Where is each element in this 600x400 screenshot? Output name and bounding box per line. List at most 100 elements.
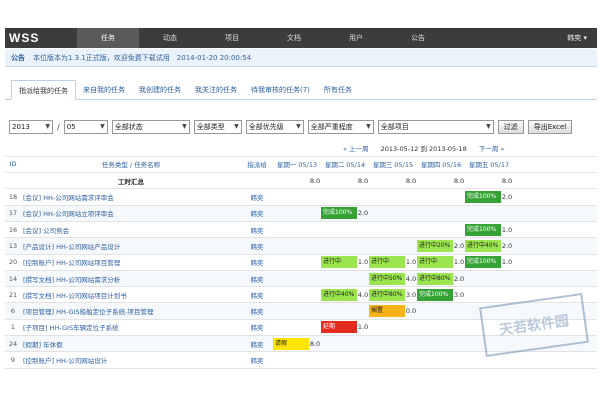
nav-item-activity[interactable]: 动态 xyxy=(139,28,201,48)
hours-cell[interactable] xyxy=(309,221,321,239)
nav-item-docs[interactable]: 文档 xyxy=(263,28,325,48)
hours-cell[interactable]: 2.0 xyxy=(357,205,369,222)
tab-from-me[interactable]: 来自我的任务 xyxy=(76,80,132,100)
hours-cell[interactable] xyxy=(405,205,417,222)
nav-item-tasks[interactable]: 任务 xyxy=(77,28,139,48)
table-row[interactable]: 14 [撰写文档] HH-公司网站需求分析 韩奕 进行中50% 4.0 进行中80% 2.0 xyxy=(5,270,597,288)
hours-cell[interactable]: 1.0 xyxy=(501,254,513,271)
hours-cell[interactable] xyxy=(453,221,465,239)
task-owner-link[interactable]: 韩奕 xyxy=(241,335,273,353)
hours-cell[interactable] xyxy=(453,335,465,353)
hours-cell[interactable] xyxy=(309,188,321,206)
status-select[interactable]: 全部状态 ▼ xyxy=(111,120,190,134)
hours-cell[interactable] xyxy=(309,286,321,304)
hours-cell[interactable] xyxy=(501,286,513,304)
hours-cell[interactable]: 3.0 xyxy=(453,286,465,304)
hours-cell[interactable]: 8.0 xyxy=(309,335,321,353)
hours-cell[interactable] xyxy=(405,351,417,369)
column-header-owner[interactable]: 指派给 xyxy=(241,156,273,174)
hours-cell[interactable] xyxy=(309,319,321,337)
task-name-link[interactable]: [项目管理] HH-GIS船舶定位子系统-项目管理 xyxy=(21,302,241,320)
project-select[interactable]: 全部项目 ▼ xyxy=(377,120,494,134)
task-name-link[interactable]: [产品设计] HH-公司网站产品设计 xyxy=(21,237,241,255)
column-header-type[interactable]: 任务类型 xyxy=(102,161,128,169)
task-owner-link[interactable]: 韩奕 xyxy=(241,205,273,222)
hours-cell[interactable]: 0.0 xyxy=(405,302,417,320)
task-owner-link[interactable]: 韩奕 xyxy=(241,319,273,337)
task-name-link[interactable]: [撰写文档] HH-公司网站需求分析 xyxy=(21,270,241,288)
hours-cell[interactable] xyxy=(309,351,321,369)
task-name-link[interactable]: [子项目] HH-GIS车辆定位子系统 xyxy=(21,319,241,337)
task-name-link[interactable]: [假期] 年休假 xyxy=(21,335,241,353)
tab-assigned-to-me[interactable]: 指派给我的任务 xyxy=(11,80,76,100)
hours-cell[interactable] xyxy=(309,270,321,288)
task-owner-link[interactable]: 韩奕 xyxy=(241,254,273,271)
hours-cell[interactable] xyxy=(309,302,321,320)
hours-cell[interactable]: 2.0 xyxy=(453,270,465,288)
hours-cell[interactable] xyxy=(309,205,321,222)
table-row[interactable]: 16 [会议] 公司例会 韩奕 完成100% 1.0 xyxy=(5,221,597,239)
hours-cell[interactable]: 3.0 xyxy=(405,286,417,304)
hours-cell[interactable] xyxy=(453,205,465,222)
type-select[interactable]: 全部类型 ▼ xyxy=(193,120,242,134)
year-select[interactable]: 2013 ▼ xyxy=(9,120,53,134)
task-owner-link[interactable]: 韩奕 xyxy=(241,270,273,288)
hours-cell[interactable] xyxy=(309,254,321,271)
task-owner-link[interactable]: 韩奕 xyxy=(241,188,273,206)
priority-select[interactable]: 全部优先级 ▼ xyxy=(245,120,304,134)
hours-cell[interactable] xyxy=(357,302,369,320)
hours-cell[interactable] xyxy=(309,237,321,255)
hours-cell[interactable] xyxy=(357,270,369,288)
hours-cell[interactable]: 1.0 xyxy=(453,254,465,271)
app-logo[interactable]: WSS xyxy=(5,31,77,45)
severity-select[interactable]: 全部严重程度 ▼ xyxy=(307,120,374,134)
task-owner-link[interactable]: 韩奕 xyxy=(241,237,273,255)
hours-cell[interactable] xyxy=(357,188,369,206)
hours-cell[interactable] xyxy=(501,205,513,222)
task-name-link[interactable]: [撰写文档] HH-公司网站项目计划书 xyxy=(21,286,241,304)
hours-cell[interactable]: 1.0 xyxy=(405,254,417,271)
hours-cell[interactable] xyxy=(453,351,465,369)
prev-week-link[interactable]: « 上一周 xyxy=(343,145,369,153)
table-row[interactable]: 18 [会议] HH-公司网站需求评审会 韩奕 完成100% 2.0 xyxy=(5,188,597,206)
hours-cell[interactable]: 4.0 xyxy=(357,286,369,304)
task-name-link[interactable]: [会议] 公司例会 xyxy=(21,221,241,239)
nav-item-announcements[interactable]: 公告 xyxy=(387,28,449,48)
hours-cell[interactable] xyxy=(405,335,417,353)
table-row[interactable]: 13 [产品设计] HH-公司网站产品设计 韩奕 进行中20% 2.0 进行中40% 2.0 xyxy=(5,237,597,255)
task-name-link[interactable]: [会议] HH-公司网站需求评审会 xyxy=(21,188,241,206)
nav-item-projects[interactable]: 项目 xyxy=(201,28,263,48)
table-row[interactable]: 21 [撰写文档] HH-公司网站项目计划书 韩奕 进行中40% 4.0 进行中80% 3.… xyxy=(5,286,597,304)
hours-cell[interactable] xyxy=(405,221,417,239)
task-owner-link[interactable]: 韩奕 xyxy=(241,286,273,304)
table-row[interactable]: 20 [控制账户] HH-公司网站项目管理 韩奕 进行中 1.0 进行中 1.0 进行中 1.0… xyxy=(5,254,597,271)
hours-cell[interactable]: 1.0 xyxy=(357,254,369,271)
column-header-name[interactable]: 任务名称 xyxy=(134,161,160,169)
task-name-link[interactable]: [控制账户] HH-公司网站项目管理 xyxy=(21,254,241,271)
filter-button[interactable]: 过滤 xyxy=(497,120,524,134)
task-owner-link[interactable]: 韩奕 xyxy=(241,351,273,369)
task-owner-link[interactable]: 韩奕 xyxy=(241,221,273,239)
task-name-link[interactable]: [会议] HH-公司网站立项评审会 xyxy=(21,205,241,222)
hours-cell[interactable]: 1.0 xyxy=(501,221,513,239)
hours-cell[interactable] xyxy=(405,237,417,255)
tab-followed[interactable]: 我关注的任务 xyxy=(188,80,244,100)
hours-cell[interactable] xyxy=(405,188,417,206)
tab-created-by-me[interactable]: 我创建的任务 xyxy=(132,80,188,100)
nav-item-users[interactable]: 用户 xyxy=(325,28,387,48)
month-select[interactable]: 05 ▼ xyxy=(63,120,108,134)
hours-cell[interactable] xyxy=(357,351,369,369)
hours-cell[interactable] xyxy=(357,237,369,255)
next-week-link[interactable]: 下一周 xyxy=(479,145,499,153)
hours-cell[interactable] xyxy=(357,221,369,239)
hours-cell[interactable] xyxy=(501,270,513,288)
hours-cell[interactable] xyxy=(453,188,465,206)
hours-cell[interactable]: 4.0 xyxy=(405,270,417,288)
export-excel-button[interactable]: 导出Excel xyxy=(527,120,573,134)
tab-all-tasks[interactable]: 所有任务 xyxy=(317,80,359,100)
column-header-id[interactable]: ID xyxy=(5,156,21,174)
task-owner-link[interactable]: 韩奕 xyxy=(241,302,273,320)
task-name-link[interactable]: [控制账户] HH-公司网站设计 xyxy=(21,351,241,369)
hours-cell[interactable]: 1.0 xyxy=(357,319,369,337)
hours-cell[interactable]: 2.0 xyxy=(501,188,513,206)
